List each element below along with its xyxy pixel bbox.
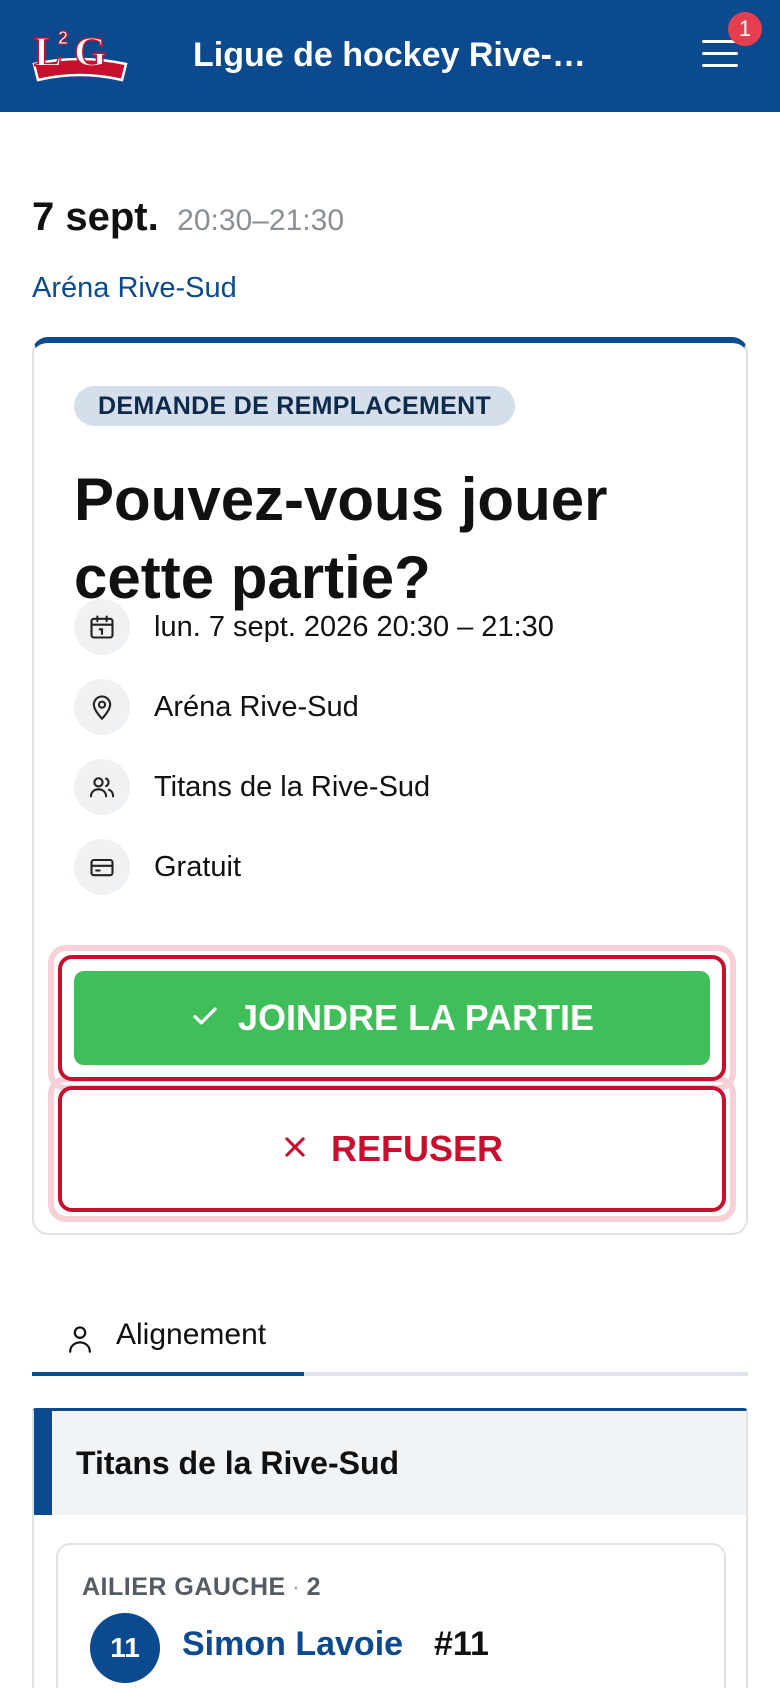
league-logo[interactable]: L 2 G — [30, 20, 130, 90]
detail-datetime-text: lun. 7 sept. 2026 20:30 – 21:30 — [154, 611, 554, 643]
position-separator: · — [291, 1573, 301, 1601]
svg-text:2: 2 — [58, 28, 68, 48]
credit-card-icon — [74, 839, 130, 895]
join-game-label: JOINDRE LA PARTIE — [237, 997, 595, 1038]
tab-alignement[interactable]: Alignement — [32, 1300, 304, 1376]
refuse-label: REFUSER — [330, 1128, 504, 1169]
checkmark-icon — [193, 1007, 217, 1025]
users-icon — [74, 759, 130, 815]
event-date: 7 sept. — [32, 195, 159, 239]
position-group: AILIER GAUCHE · 2 11 Simon Lavoie #11 — [56, 1543, 726, 1688]
team-name: Titans de la Rive-Sud — [76, 1445, 400, 1481]
request-title: Pouvez-vous jouer cette partie? — [74, 466, 608, 611]
position-count: 2 — [306, 1573, 321, 1601]
notification-badge[interactable]: 1 — [728, 12, 762, 46]
svg-text:G: G — [74, 30, 107, 76]
app-header: L 2 G Ligue de hockey Rive-Sud 1 — [0, 0, 780, 112]
player-name-link[interactable]: Simon Lavoie — [182, 1625, 403, 1664]
venue-link[interactable]: Aréna Rive-Sud — [32, 272, 237, 305]
position-label: AILIER GAUCHE · 2 — [82, 1573, 321, 1602]
tab-alignement-label: Alignement — [116, 1318, 267, 1351]
location-pin-icon — [74, 679, 130, 735]
join-game-button-fill[interactable]: JOINDRE LA PARTIE — [74, 971, 710, 1065]
player-jersey-number: #11 — [434, 1625, 489, 1663]
detail-venue-text: Aréna Rive-Sud — [154, 691, 359, 723]
player-avatar: 11 — [90, 1613, 160, 1683]
app-title: Ligue de hockey Rive-Sud — [193, 36, 593, 74]
user-icon — [69, 1326, 91, 1353]
calendar-icon — [74, 599, 130, 655]
close-icon — [285, 1137, 305, 1158]
detail-price-text: Gratuit — [154, 851, 242, 883]
team-lineup-panel: Titans de la Rive-Sud AILIER GAUCHE · 2 11… — [32, 1408, 748, 1688]
event-time-range: 20:30–21:30 — [177, 204, 345, 237]
replacement-request-card: DEMANDE DE REMPLACEMENT Pouvez-vous joue… — [32, 337, 748, 1235]
join-game-button[interactable]: JOINDRE LA PARTIE — [58, 955, 726, 1081]
refuse-button[interactable]: REFUSER — [58, 1086, 726, 1212]
detail-team-text: Titans de la Rive-Sud — [154, 771, 431, 803]
request-type-badge: DEMANDE DE REMPLACEMENT — [74, 386, 516, 426]
position-name: AILIER GAUCHE — [82, 1573, 286, 1601]
event-date-row: 7 sept. 20:30–21:30 — [32, 195, 344, 245]
team-header: Titans de la Rive-Sud — [34, 1411, 746, 1515]
tab-underline-track — [304, 1372, 748, 1376]
